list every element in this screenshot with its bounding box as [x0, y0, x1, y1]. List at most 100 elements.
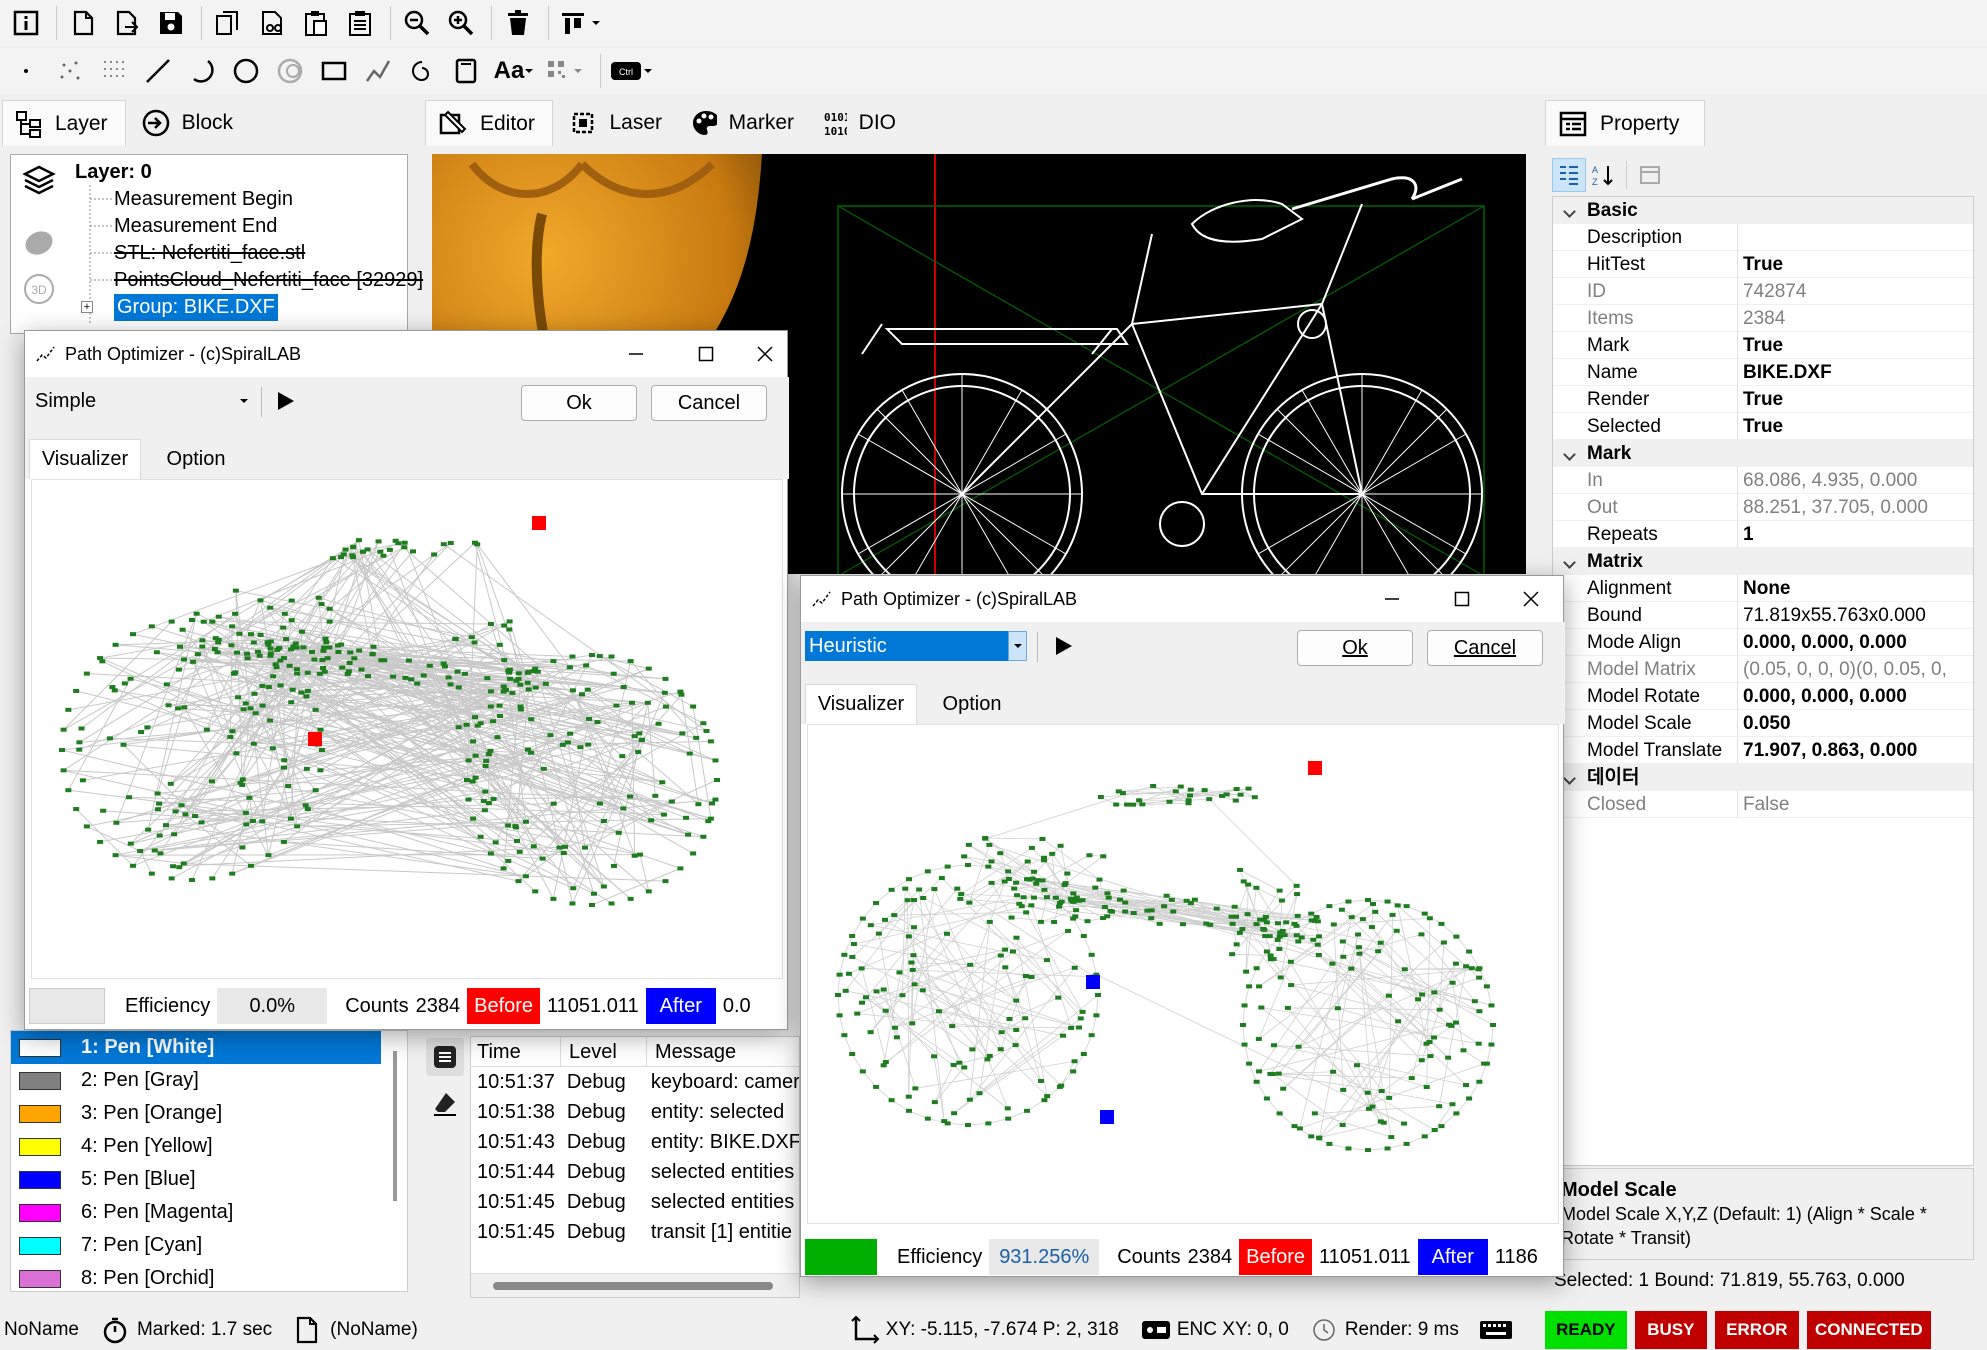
- property-row[interactable]: Model Matrix (0.05, 0, 0, 0)(0, 0.05, 0,: [1553, 656, 1973, 683]
- property-row[interactable]: HitTest True: [1553, 251, 1973, 278]
- info-icon[interactable]: [6, 3, 46, 43]
- dialog1-close-icon[interactable]: [741, 331, 789, 377]
- property-value[interactable]: BIKE.DXF: [1738, 359, 1973, 386]
- log-horizontal-scrollbar[interactable]: [471, 1273, 799, 1297]
- line-icon[interactable]: [138, 51, 178, 91]
- log-row[interactable]: 10:51:45 Debug selected entities: [471, 1187, 799, 1217]
- pen-item[interactable]: 4: Pen [Yellow]: [11, 1130, 407, 1163]
- barcode-dropdown-icon[interactable]: [542, 51, 590, 91]
- dialog1-minimize-icon[interactable]: [601, 331, 671, 377]
- property-value[interactable]: None: [1738, 575, 1973, 602]
- tab-layer[interactable]: Layer: [2, 100, 126, 146]
- pen-item[interactable]: 1: Pen [White]: [11, 1031, 381, 1064]
- property-value[interactable]: False: [1738, 791, 1973, 818]
- property-row[interactable]: Model Translate 71.907, 0.863, 0.000: [1553, 737, 1973, 764]
- property-value[interactable]: 68.086, 4.935, 0.000: [1738, 467, 1973, 494]
- points-icon[interactable]: [50, 51, 90, 91]
- dialog1-tab-option[interactable]: Option: [143, 439, 249, 479]
- zoom-in-icon[interactable]: [441, 3, 481, 43]
- tree-item-group-bike[interactable]: Group: BIKE.DXF: [114, 294, 278, 321]
- property-row[interactable]: Name BIKE.DXF: [1553, 359, 1973, 386]
- pen-item[interactable]: 5: Pen [Blue]: [11, 1163, 407, 1196]
- log-list-icon[interactable]: [426, 1038, 464, 1076]
- property-value[interactable]: [1738, 224, 1973, 251]
- property-value[interactable]: True: [1738, 251, 1973, 278]
- ctrl-key-dropdown[interactable]: Ctrl: [607, 51, 655, 91]
- tree-item-measurement-end[interactable]: Measurement End: [114, 213, 423, 240]
- delete-icon[interactable]: [498, 3, 538, 43]
- dialog2-maximize-icon[interactable]: [1427, 576, 1497, 622]
- save-icon[interactable]: [151, 3, 191, 43]
- property-category-mark[interactable]: Mark: [1553, 440, 1973, 467]
- dialog1-run-icon[interactable]: [275, 389, 297, 419]
- property-value[interactable]: 742874: [1738, 278, 1973, 305]
- property-row[interactable]: Model Rotate 0.000, 0.000, 0.000: [1553, 683, 1973, 710]
- arc-icon[interactable]: [182, 51, 222, 91]
- property-value[interactable]: 0.000, 0.000, 0.000: [1738, 683, 1973, 710]
- property-row[interactable]: Model Scale 0.050: [1553, 710, 1973, 737]
- log-row[interactable]: 10:51:45 Debug transit [1] entitie: [471, 1217, 799, 1247]
- property-value[interactable]: True: [1738, 332, 1973, 359]
- property-category-data[interactable]: 데이터: [1553, 764, 1973, 791]
- keyboard-icon[interactable]: [1479, 1318, 1513, 1342]
- categorized-icon[interactable]: [1552, 158, 1586, 192]
- polyline-icon[interactable]: [358, 51, 398, 91]
- log-header-level[interactable]: Level: [561, 1037, 647, 1066]
- property-value[interactable]: (0.05, 0, 0, 0)(0, 0.05, 0,: [1738, 656, 1973, 683]
- text-dropdown[interactable]: Aa: [490, 51, 538, 91]
- property-category-basic[interactable]: Basic: [1553, 197, 1973, 224]
- dialog1-visualizer-canvas[interactable]: [31, 479, 783, 979]
- rectangle-icon[interactable]: [314, 51, 354, 91]
- spiral-icon[interactable]: [402, 51, 442, 91]
- stl-icon[interactable]: [21, 225, 57, 261]
- dialog2-close-icon[interactable]: [1497, 576, 1565, 622]
- property-value[interactable]: True: [1738, 413, 1973, 440]
- pen-item[interactable]: 2: Pen [Gray]: [11, 1064, 407, 1097]
- point-icon[interactable]: [6, 51, 46, 91]
- pen-item[interactable]: 3: Pen [Orange]: [11, 1097, 407, 1130]
- property-value[interactable]: True: [1738, 386, 1973, 413]
- property-value[interactable]: 88.251, 37.705, 0.000: [1738, 494, 1973, 521]
- document-icon[interactable]: [446, 51, 486, 91]
- cut-icon[interactable]: [252, 3, 292, 43]
- property-value[interactable]: 0.050: [1738, 710, 1973, 737]
- property-value[interactable]: 71.907, 0.863, 0.000: [1738, 737, 1973, 764]
- raster-icon[interactable]: [94, 51, 134, 91]
- clipboard-icon[interactable]: [340, 3, 380, 43]
- property-value[interactable]: 0.000, 0.000, 0.000: [1738, 629, 1973, 656]
- log-header-message[interactable]: Message: [647, 1037, 797, 1066]
- tab-dio[interactable]: 01011010 DIO: [809, 100, 909, 146]
- dialog2-tab-option[interactable]: Option: [919, 684, 1025, 724]
- tab-laser[interactable]: Laser: [555, 100, 675, 146]
- tab-editor[interactable]: Editor: [425, 100, 553, 146]
- eraser-icon[interactable]: [426, 1084, 464, 1122]
- log-row[interactable]: 10:51:43 Debug entity: BIKE.DXF: [471, 1127, 799, 1157]
- dialog2-ok-button[interactable]: Ok: [1297, 630, 1413, 666]
- property-row[interactable]: Alignment None: [1553, 575, 1973, 602]
- property-row[interactable]: Mark True: [1553, 332, 1973, 359]
- tree-expand-toggle[interactable]: +: [81, 301, 93, 313]
- tab-marker[interactable]: Marker: [677, 100, 807, 146]
- pen-item[interactable]: 8: Pen [Orchid]: [11, 1262, 407, 1295]
- tab-block[interactable]: Block: [128, 100, 246, 146]
- circle-icon[interactable]: [226, 51, 266, 91]
- property-value[interactable]: 71.819x55.763x0.000: [1738, 602, 1973, 629]
- property-row[interactable]: Closed False: [1553, 791, 1973, 818]
- dialog1-cancel-button[interactable]: Cancel: [651, 385, 767, 421]
- tree-item-measurement-begin[interactable]: Measurement Begin: [114, 186, 423, 213]
- copy-icon[interactable]: [208, 3, 248, 43]
- ellipse-icon[interactable]: [270, 51, 310, 91]
- property-row[interactable]: Out 88.251, 37.705, 0.000: [1553, 494, 1973, 521]
- pen-item[interactable]: 6: Pen [Magenta]: [11, 1196, 407, 1229]
- property-row[interactable]: Repeats 1: [1553, 521, 1973, 548]
- dialog2-tab-visualizer[interactable]: Visualizer: [805, 684, 917, 724]
- dialog2-run-icon[interactable]: [1053, 634, 1075, 664]
- dialog1-ok-button[interactable]: Ok: [521, 385, 637, 421]
- property-pages-icon[interactable]: [1633, 158, 1667, 192]
- dialog1-mode-select[interactable]: Simple: [29, 386, 257, 416]
- open-file-icon[interactable]: [107, 3, 147, 43]
- tree-item-pointscloud[interactable]: PointsCloud_Nefertiti_face [32929]: [114, 267, 423, 294]
- tree-root-layer[interactable]: Layer: 0: [75, 159, 152, 186]
- dialog2-visualizer-canvas[interactable]: [807, 724, 1559, 1224]
- pen-item[interactable]: 7: Pen [Cyan]: [11, 1229, 407, 1262]
